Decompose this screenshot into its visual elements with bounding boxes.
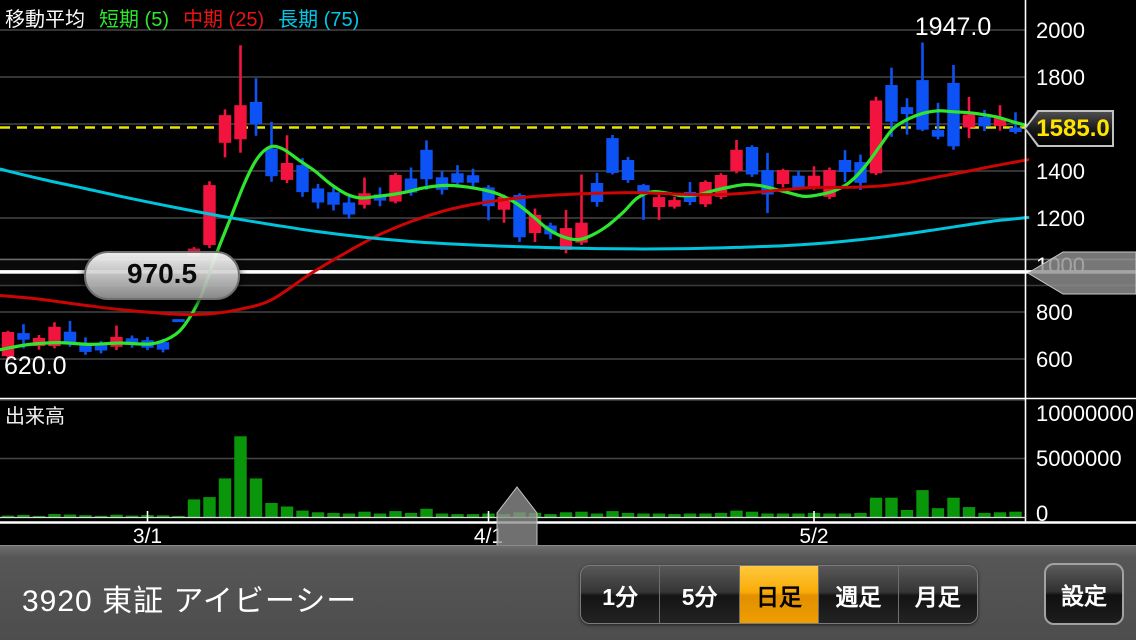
settings-button[interactable]: 設定: [1044, 563, 1124, 625]
reference-price-marker[interactable]: 970.5: [84, 251, 240, 300]
period-low-label: 620.0: [4, 352, 67, 381]
svg-text:1400: 1400: [1036, 159, 1085, 184]
svg-text:2000: 2000: [1036, 18, 1085, 43]
svg-text:0: 0: [1036, 501, 1048, 526]
symbol-title: 3920 東証 アイビーシー: [22, 576, 357, 620]
svg-text:5/2: 5/2: [799, 525, 828, 545]
gridlines: [0, 30, 1025, 459]
bottom-toolbar: 3920 東証 アイビーシー 1分 5分 日足 週足 月足 設定: [0, 545, 1136, 640]
svg-text:600: 600: [1036, 347, 1073, 372]
legend-item-mid: 中期 (25): [183, 3, 264, 32]
svg-text:5000000: 5000000: [1036, 446, 1122, 471]
period-high-label: 1947.0: [888, 13, 1018, 42]
svg-text:800: 800: [1036, 300, 1073, 325]
period-segmented-control: 1分 5分 日足 週足 月足: [580, 565, 978, 624]
svg-text:1200: 1200: [1036, 206, 1085, 231]
trading-app-window: 2000180014001200100080060010000000500000…: [0, 0, 1136, 640]
legend-item-short: 短期 (5): [99, 3, 169, 32]
current-price-value: 1585.0: [1026, 112, 1112, 145]
volume-pane-title: 出来高: [5, 400, 65, 429]
svg-text:1800: 1800: [1036, 65, 1085, 90]
legend-item-long: 長期 (75): [278, 3, 359, 32]
period-button-1min[interactable]: 1分: [581, 566, 659, 623]
svg-text:3/1: 3/1: [133, 525, 162, 545]
period-button-daily[interactable]: 日足: [739, 566, 818, 623]
svg-text:10000000: 10000000: [1036, 401, 1134, 426]
legend-title: 移動平均: [5, 3, 85, 32]
period-button-monthly[interactable]: 月足: [898, 566, 977, 623]
moving-average-legend: 移動平均 短期 (5) 中期 (25) 長期 (75): [5, 3, 359, 32]
current-price-badge: 1585.0: [1024, 110, 1114, 147]
period-button-5min[interactable]: 5分: [659, 566, 738, 623]
period-button-weekly[interactable]: 週足: [818, 566, 897, 623]
time-scrub-handle-icon[interactable]: [497, 487, 537, 545]
